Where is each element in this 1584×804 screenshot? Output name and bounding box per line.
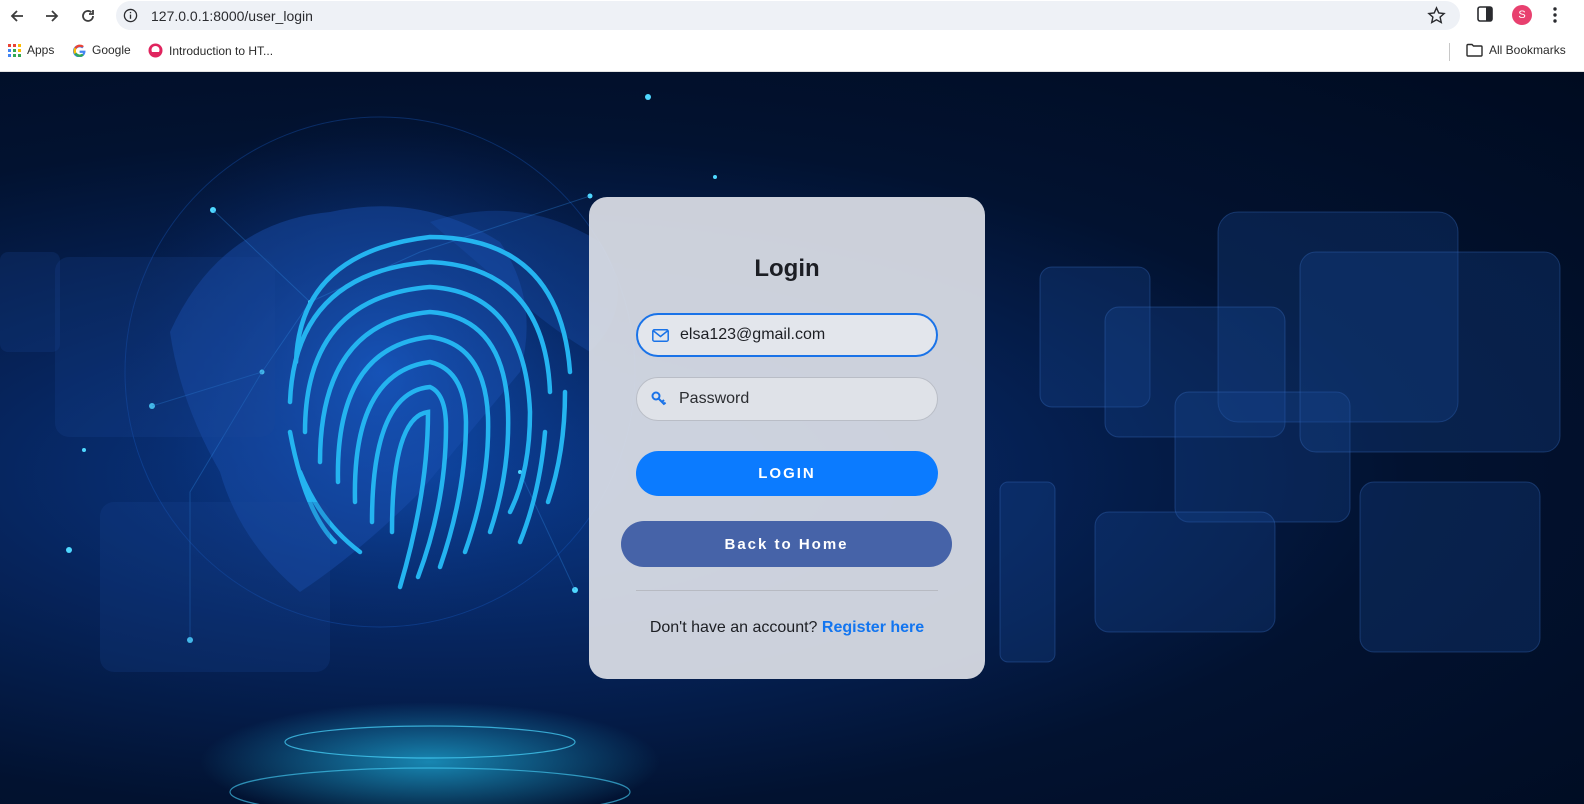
register-prompt-text: Don't have an account? [649,619,818,636]
bookmark-label: Google [92,43,131,57]
all-bookmarks-label: All Bookmarks [1489,43,1566,57]
url-text[interactable]: 127.0.0.1:8000/user_login [151,8,313,24]
site-favicon [148,43,163,58]
bookmark-google[interactable]: Google [73,43,131,57]
reload-icon[interactable] [75,3,101,29]
email-input[interactable] [680,326,920,344]
back-to-home-button[interactable]: Back to Home [621,521,952,567]
key-icon [651,390,669,408]
divider [636,590,938,591]
side-panel-icon[interactable] [1476,5,1494,23]
email-field[interactable] [636,313,938,357]
login-page: Login LOGIN Back to Home Don't have an a… [0,72,1584,804]
bookmarks-bar: Apps Google Introduction to HT... All Bo… [0,31,1584,72]
bookmark-label: Introduction to HT... [169,43,274,58]
register-link[interactable]: Register here [822,619,924,636]
bookmarks-divider [1449,43,1450,61]
folder-icon [1466,43,1483,57]
profile-avatar[interactable]: S [1512,5,1532,25]
bookmark-star-icon[interactable] [1427,6,1446,25]
login-title: Login [754,255,820,282]
login-card: Login LOGIN Back to Home Don't have an a… [589,197,985,679]
address-bar[interactable]: 127.0.0.1:8000/user_login [116,1,1460,30]
register-prompt: Don't have an account? Register here [589,619,985,637]
back-arrow-icon[interactable] [4,3,30,29]
login-button[interactable]: LOGIN [636,451,938,496]
bookmark-label: Apps [27,43,55,57]
bookmark-apps[interactable]: Apps [8,43,54,57]
google-icon [73,44,86,57]
password-field[interactable] [636,377,938,421]
envelope-icon [652,326,670,344]
browser-toolbar: 127.0.0.1:8000/user_login S [0,0,1584,31]
password-input[interactable] [679,390,919,408]
apps-grid-icon [8,43,21,57]
bookmark-introduction[interactable]: Introduction to HT... [148,43,273,58]
all-bookmarks[interactable]: All Bookmarks [1466,43,1566,57]
forward-arrow-icon[interactable] [39,3,65,29]
more-menu-icon[interactable] [1552,5,1558,25]
info-icon[interactable] [123,8,138,23]
